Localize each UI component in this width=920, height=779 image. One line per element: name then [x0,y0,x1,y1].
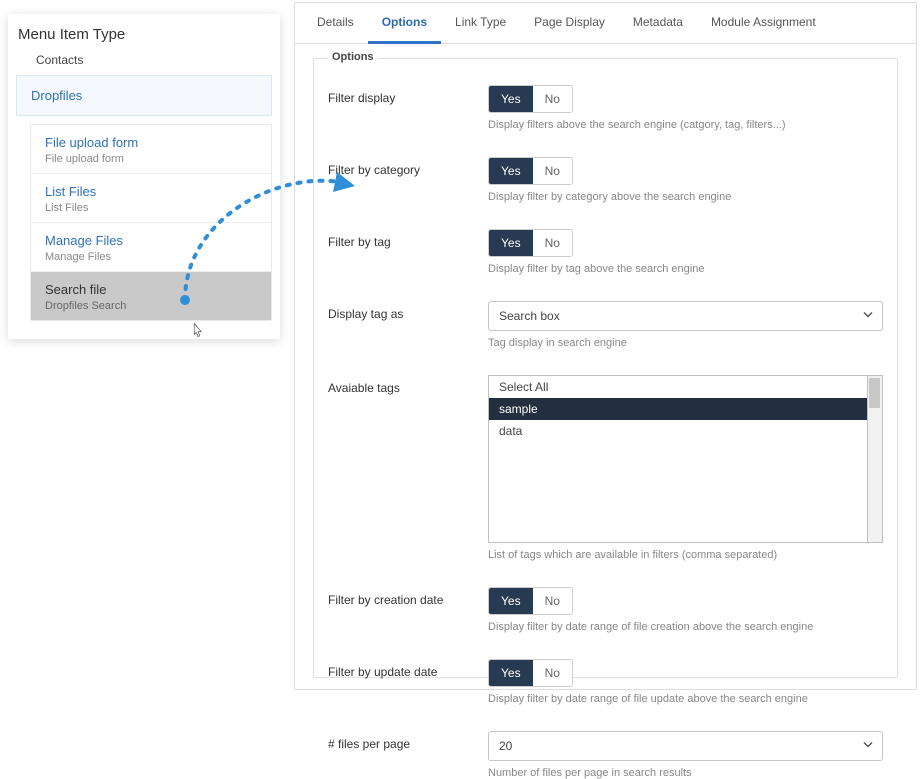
row-filter-display: Filter display Yes No Display filters ab… [328,85,883,131]
row-files-per-page: # files per page 20 Number of files per … [328,731,883,779]
panel-item-title: List Files [45,184,257,199]
tab-bar: Details Options Link Type Page Display M… [295,3,916,44]
panel-item-subtitle: File upload form [45,153,257,165]
label-filter-tag: Filter by tag [328,229,488,249]
listbox-available-tags[interactable]: Select All sample data [488,375,883,543]
help-files-per-page: Number of files per page in search resul… [488,767,883,779]
listbox-item-select-all[interactable]: Select All [489,376,882,398]
help-filter-creation: Display filter by date range of file cre… [488,621,883,633]
label-files-per-page: # files per page [328,731,488,751]
tab-options[interactable]: Options [368,3,441,44]
menu-item-type-panel: Menu Item Type Contacts Dropfiles File u… [8,14,280,339]
row-available-tags: Avaiable tags Select All sample data Lis… [328,375,883,561]
tab-link-type[interactable]: Link Type [441,3,520,43]
toggle-yes[interactable]: Yes [489,86,533,112]
chevron-down-icon [862,739,874,754]
panel-item-search-file[interactable]: Search file Dropfiles Search [31,272,271,320]
listbox-scrollbar[interactable] [867,376,882,542]
select-display-tag-as[interactable]: Search box [488,301,883,331]
settings-panel: Details Options Link Type Page Display M… [294,2,917,690]
toggle-filter-display[interactable]: Yes No [488,85,573,113]
panel-item-manage-files[interactable]: Manage Files Manage Files [31,223,271,272]
toggle-yes[interactable]: Yes [489,230,533,256]
panel-item-file-upload[interactable]: File upload form File upload form [31,125,271,174]
toggle-no[interactable]: No [533,660,572,686]
panel-item-list: File upload form File upload form List F… [30,124,272,321]
row-filter-category: Filter by category Yes No Display filter… [328,157,883,203]
tab-details[interactable]: Details [303,3,368,43]
panel-item-subtitle: List Files [45,202,257,214]
panel-category-contacts[interactable]: Contacts [8,51,280,75]
panel-item-list-files[interactable]: List Files List Files [31,174,271,223]
panel-item-subtitle: Manage Files [45,251,257,263]
panel-item-subtitle: Dropfiles Search [45,300,257,312]
row-filter-update: Filter by update date Yes No Display fil… [328,659,883,705]
label-available-tags: Avaiable tags [328,375,488,395]
tab-module-assignment[interactable]: Module Assignment [697,3,830,43]
listbox-item-data[interactable]: data [489,420,882,442]
toggle-yes[interactable]: Yes [489,158,533,184]
help-filter-tag: Display filter by tag above the search e… [488,263,883,275]
tab-metadata[interactable]: Metadata [619,3,697,43]
toggle-no[interactable]: No [533,86,572,112]
help-display-tag-as: Tag display in search engine [488,337,883,349]
options-fieldset: Options Filter display Yes No Display fi… [313,58,898,678]
panel-item-title: Search file [45,282,257,297]
tab-page-display[interactable]: Page Display [520,3,619,43]
help-filter-display: Display filters above the search engine … [488,119,883,131]
options-legend: Options [328,51,378,63]
panel-item-title: Manage Files [45,233,257,248]
scrollbar-thumb[interactable] [869,378,880,408]
label-filter-display: Filter display [328,85,488,105]
chevron-down-icon [862,309,874,324]
label-display-tag-as: Display tag as [328,301,488,321]
listbox-item-sample[interactable]: sample [489,398,882,420]
help-filter-update: Display filter by date range of file upd… [488,693,883,705]
toggle-filter-category[interactable]: Yes No [488,157,573,185]
select-value: 20 [499,739,512,753]
select-value: Search box [499,309,560,323]
toggle-filter-update[interactable]: Yes No [488,659,573,687]
panel-section-dropfiles[interactable]: Dropfiles [16,75,272,116]
panel-item-title: File upload form [45,135,257,150]
label-filter-update: Filter by update date [328,659,488,679]
toggle-no[interactable]: No [533,588,572,614]
row-filter-creation: Filter by creation date Yes No Display f… [328,587,883,633]
toggle-filter-tag[interactable]: Yes No [488,229,573,257]
panel-title: Menu Item Type [8,14,280,51]
row-display-tag-as: Display tag as Search box Tag display in… [328,301,883,349]
toggle-yes[interactable]: Yes [489,660,533,686]
help-available-tags: List of tags which are available in filt… [488,549,883,561]
label-filter-category: Filter by category [328,157,488,177]
row-filter-tag: Filter by tag Yes No Display filter by t… [328,229,883,275]
toggle-no[interactable]: No [533,158,572,184]
toggle-yes[interactable]: Yes [489,588,533,614]
help-filter-category: Display filter by category above the sea… [488,191,883,203]
select-files-per-page[interactable]: 20 [488,731,883,761]
toggle-filter-creation[interactable]: Yes No [488,587,573,615]
toggle-no[interactable]: No [533,230,572,256]
label-filter-creation: Filter by creation date [328,587,488,607]
